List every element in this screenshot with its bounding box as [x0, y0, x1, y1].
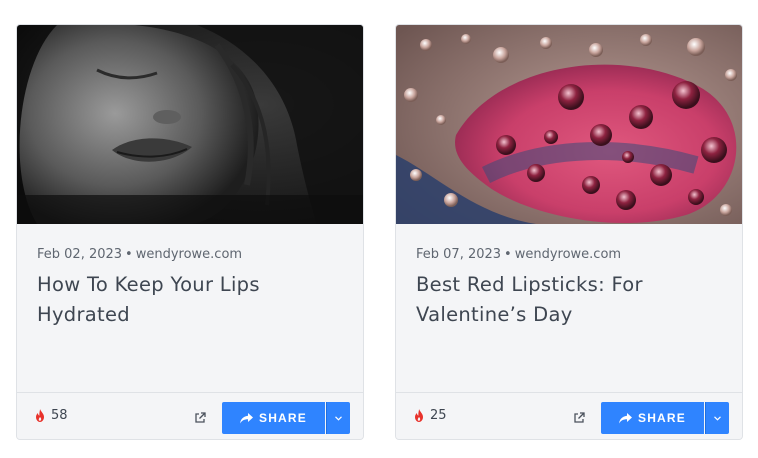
- likes-counter[interactable]: 25: [414, 408, 447, 423]
- article-card[interactable]: Feb 07, 2023 • wendyrowe.com Best Red Lips…: [395, 24, 743, 440]
- article-source[interactable]: wendyrowe.com: [136, 247, 242, 262]
- share-dropdown-toggle[interactable]: [705, 402, 729, 434]
- flame-icon: [415, 409, 423, 422]
- article-meta: Feb 02, 2023 • wendyrowe.com: [37, 247, 242, 262]
- article-title[interactable]: Best Red Lipsticks: For Valentine’s Day: [416, 270, 716, 330]
- meta-separator: •: [504, 247, 512, 262]
- share-dropdown-toggle[interactable]: [326, 402, 350, 434]
- share-label: SHARE: [258, 411, 307, 425]
- article-thumbnail[interactable]: [17, 25, 363, 224]
- article-card[interactable]: Feb 02, 2023 • wendyrowe.com How To Keep Y…: [16, 24, 364, 440]
- article-date: Feb 02, 2023: [37, 247, 123, 262]
- share-label: SHARE: [637, 411, 686, 425]
- external-link-icon[interactable]: [194, 412, 206, 424]
- flame-icon: [36, 409, 44, 422]
- chevron-down-icon: [714, 415, 721, 421]
- meta-separator: •: [125, 247, 133, 262]
- chevron-down-icon: [335, 415, 342, 421]
- likes-counter[interactable]: 58: [35, 408, 68, 423]
- card-footer: 25 SHARE: [396, 392, 742, 439]
- likes-count: 58: [51, 408, 68, 423]
- share-arrow-icon: [239, 412, 253, 423]
- share-button[interactable]: SHARE: [601, 402, 704, 434]
- external-link-icon[interactable]: [573, 412, 585, 424]
- portrait-image: [17, 25, 363, 224]
- likes-count: 25: [430, 408, 447, 423]
- lips-droplets-image: [396, 25, 742, 224]
- share-arrow-icon: [618, 412, 632, 423]
- article-thumbnail[interactable]: [396, 25, 742, 224]
- article-title[interactable]: How To Keep Your Lips Hydrated: [37, 270, 337, 330]
- article-source[interactable]: wendyrowe.com: [515, 247, 621, 262]
- article-date: Feb 07, 2023: [416, 247, 502, 262]
- article-meta: Feb 07, 2023 • wendyrowe.com: [416, 247, 621, 262]
- card-footer: 58 SHARE: [17, 392, 363, 439]
- share-button[interactable]: SHARE: [222, 402, 325, 434]
